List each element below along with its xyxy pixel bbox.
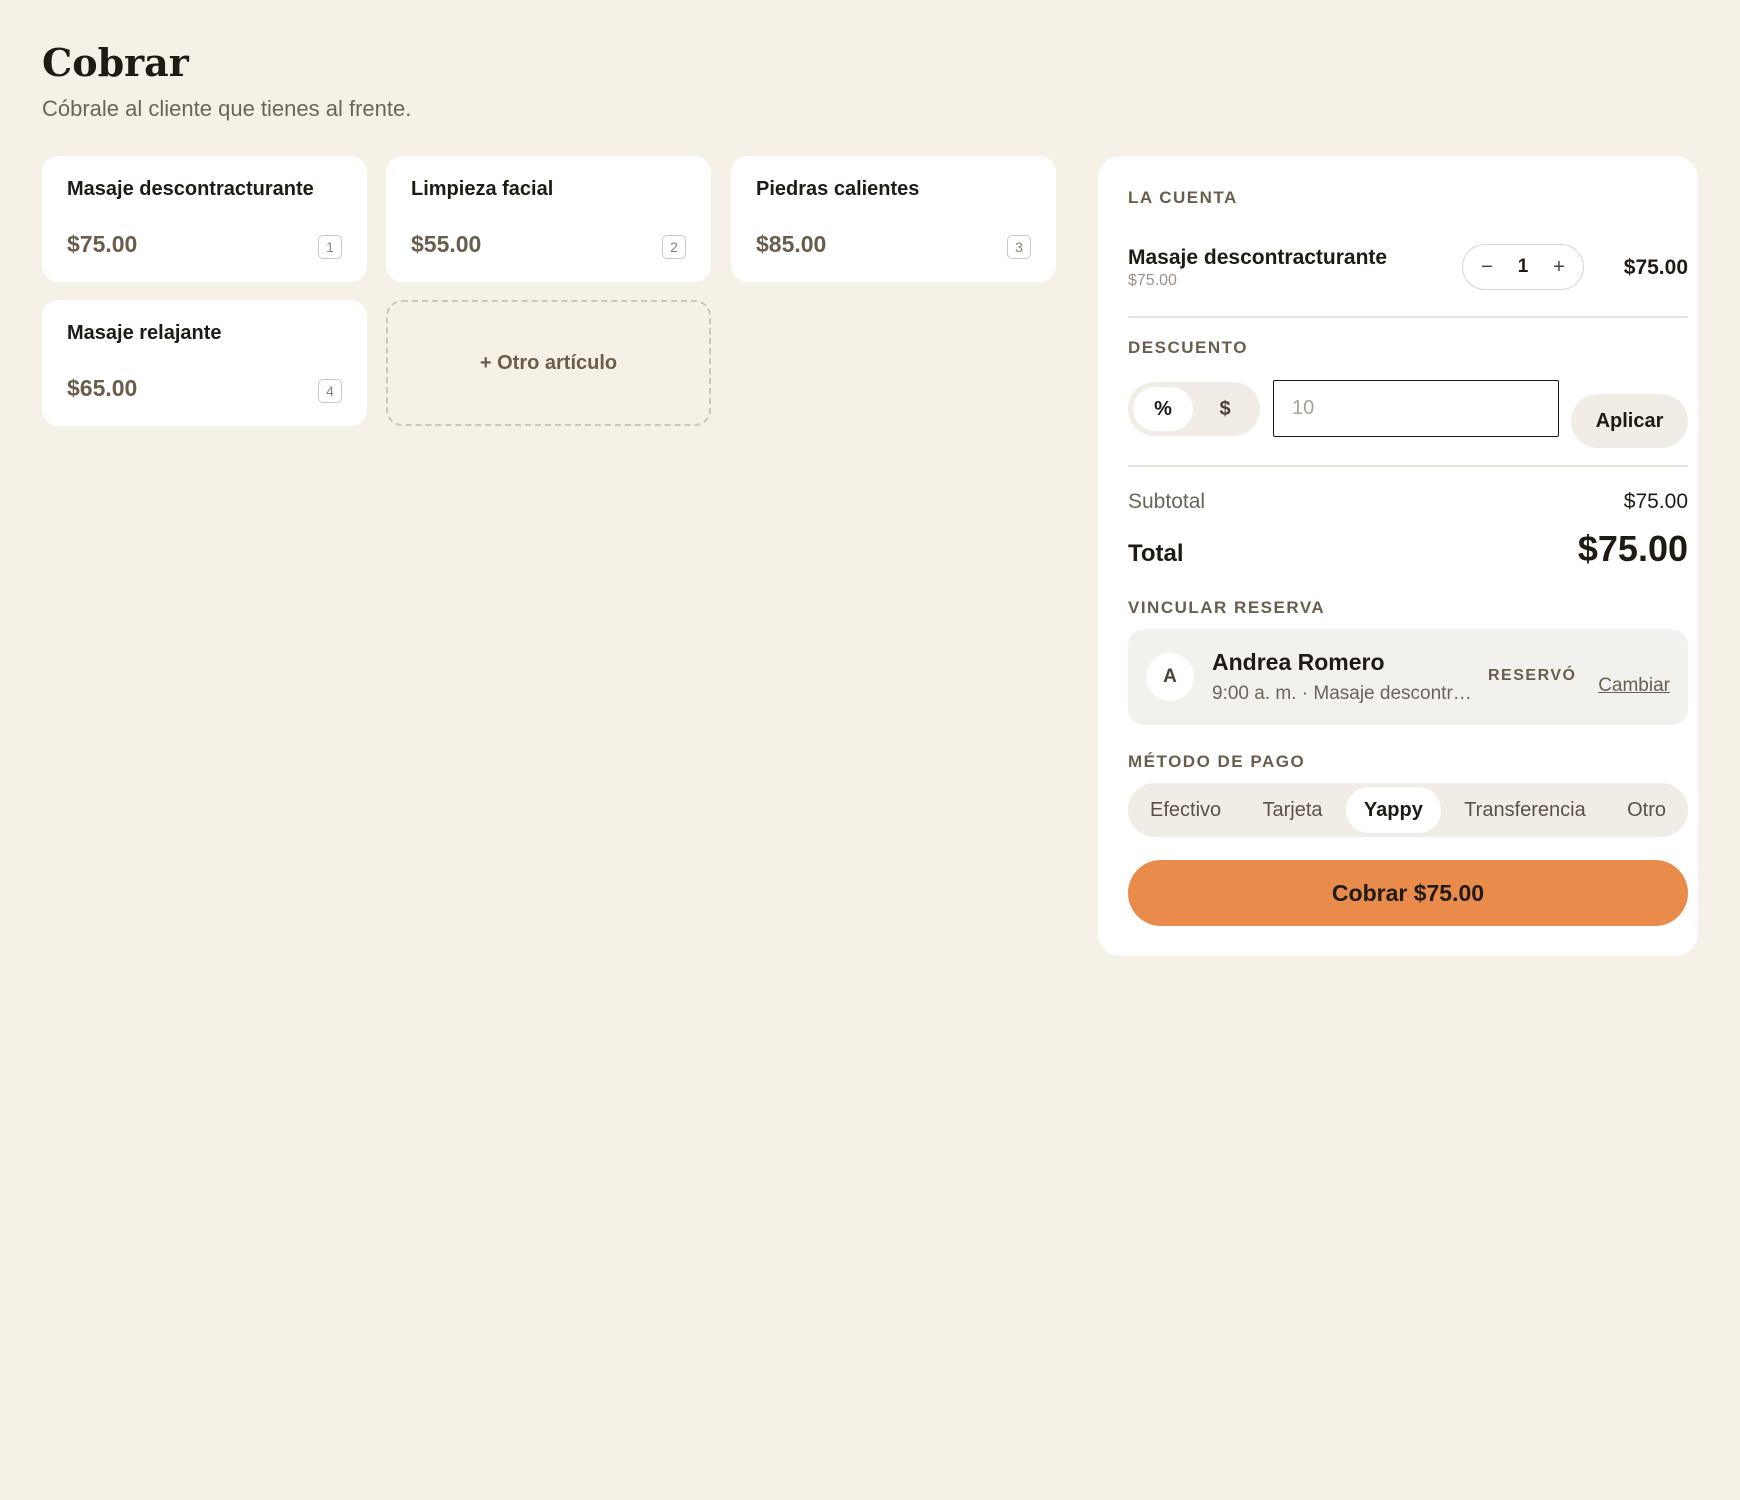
increment-button[interactable]: +: [1549, 256, 1569, 279]
bill-line-total: $75.00: [1623, 256, 1688, 279]
reservation-label: VINCULAR RESERVA: [1128, 598, 1326, 617]
discount-input[interactable]: [1273, 380, 1559, 437]
bill-section-label: LA CUENTA: [1128, 188, 1238, 207]
page-title: Cobrar: [42, 40, 189, 85]
shortcut-badge: 2: [662, 235, 686, 259]
total-value: $75.00: [1577, 528, 1688, 569]
percent-toggle[interactable]: %: [1133, 387, 1193, 431]
product-card-limpieza-facial[interactable]: Limpieza facial $55.00 2: [386, 156, 711, 282]
product-price: $55.00: [411, 231, 482, 257]
product-name: Limpieza facial: [411, 178, 554, 200]
subtotal-label: Subtotal: [1128, 490, 1206, 513]
payment-option-tarjeta[interactable]: Tarjeta: [1245, 787, 1341, 833]
other-item-label: + Otro artículo: [479, 351, 618, 374]
product-card-masaje-descontracturante[interactable]: Masaje descontracturante $75.00 1: [42, 156, 367, 282]
reservation-status-badge: RESERVÓ: [1488, 667, 1577, 684]
payment-method-label: MÉTODO DE PAGO: [1128, 752, 1306, 771]
bill-panel: LA CUENTA Masaje descontracturante $75.0…: [1098, 156, 1698, 956]
shortcut-badge: 1: [318, 235, 342, 259]
reservation-card: A Andrea Romero 9:00 a. m. · Masaje desc…: [1128, 629, 1688, 725]
quantity-value: 1: [1517, 256, 1529, 277]
shortcut-badge: 3: [1007, 235, 1031, 259]
product-card-piedras-calientes[interactable]: Piedras calientes $85.00 3: [731, 156, 1056, 282]
payment-option-transferencia[interactable]: Transferencia: [1446, 787, 1604, 833]
shortcut-badge: 4: [318, 379, 342, 403]
avatar: A: [1146, 653, 1194, 701]
product-price: $85.00: [756, 231, 827, 257]
product-card-masaje-relajante[interactable]: Masaje relajante $65.00 4: [42, 300, 367, 426]
payment-option-yappy[interactable]: Yappy: [1345, 787, 1441, 833]
charge-button[interactable]: Cobrar $75.00: [1128, 860, 1688, 926]
quantity-stepper: − 1 +: [1462, 244, 1584, 290]
product-name: Piedras calientes: [756, 178, 920, 200]
subtotal-value: $75.00: [1623, 490, 1688, 513]
amount-toggle[interactable]: $: [1195, 387, 1255, 431]
divider: [1128, 316, 1688, 318]
apply-discount-button[interactable]: Aplicar: [1571, 394, 1688, 448]
page-subtitle: Cóbrale al cliente que tienes al frente.: [42, 96, 412, 121]
product-price: $65.00: [67, 375, 138, 401]
product-price: $75.00: [67, 231, 138, 257]
client-name: Andrea Romero: [1212, 649, 1385, 675]
discount-label: DESCUENTO: [1128, 338, 1248, 357]
product-name: Masaje relajante: [67, 322, 222, 344]
bill-line-unit-price: $75.00: [1128, 272, 1177, 289]
decrement-button[interactable]: −: [1477, 256, 1497, 279]
payment-method-selector: Efectivo Tarjeta Yappy Transferencia Otr…: [1128, 783, 1688, 837]
change-reservation-link[interactable]: Cambiar: [1598, 675, 1670, 697]
product-name: Masaje descontracturante: [67, 178, 314, 200]
other-item-button[interactable]: + Otro artículo: [386, 300, 711, 426]
reservation-detail: 9:00 a. m. · Masaje descontracturante: [1212, 683, 1474, 704]
total-label: Total: [1128, 540, 1184, 567]
discount-type-toggle: % $: [1128, 382, 1260, 436]
bill-line-name: Masaje descontracturante: [1128, 246, 1388, 269]
payment-option-otro[interactable]: Otro: [1609, 787, 1684, 833]
payment-option-efectivo[interactable]: Efectivo: [1132, 787, 1239, 833]
divider: [1128, 465, 1688, 467]
